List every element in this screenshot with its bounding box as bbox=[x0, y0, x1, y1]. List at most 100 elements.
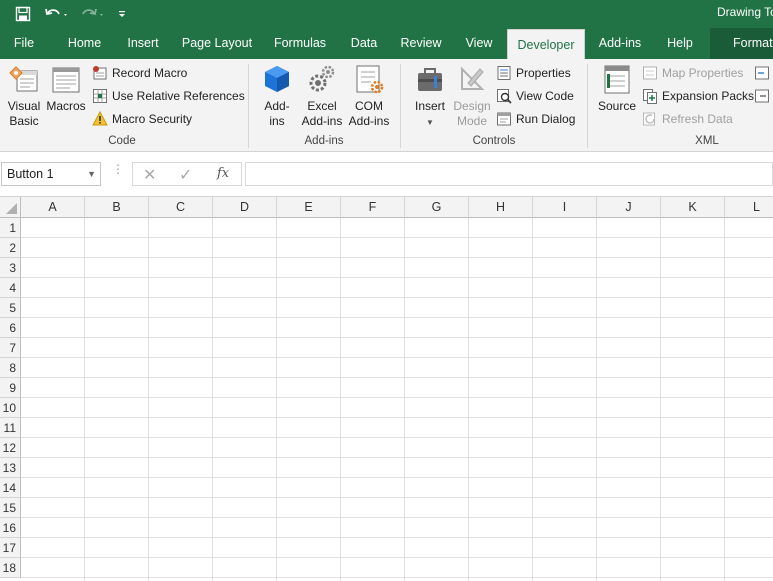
warning-icon bbox=[92, 110, 108, 127]
run-dialog-button[interactable]: Run Dialog bbox=[496, 109, 575, 129]
map-properties-icon bbox=[642, 65, 658, 81]
refresh-data-label: Refresh Data bbox=[662, 112, 733, 126]
row-header[interactable]: 1 bbox=[0, 218, 21, 238]
undo-icon[interactable] bbox=[42, 3, 72, 25]
record-macro-icon bbox=[92, 65, 108, 81]
column-header[interactable]: H bbox=[469, 197, 533, 218]
gear-icon bbox=[306, 63, 338, 95]
tab-help[interactable]: Help bbox=[662, 28, 698, 59]
design-mode-label-2: Mode bbox=[456, 114, 487, 128]
tab-formulas[interactable]: Formulas bbox=[270, 28, 330, 59]
xml-import-button[interactable] bbox=[754, 63, 773, 83]
refresh-data-button: Refresh Data bbox=[642, 109, 733, 129]
column-header[interactable]: C bbox=[149, 197, 213, 218]
controls-group-label: Controls bbox=[472, 135, 516, 147]
select-all-button[interactable] bbox=[0, 197, 21, 218]
excel-add-ins-button[interactable]: Excel Add-ins bbox=[300, 63, 344, 129]
cancel-icon[interactable]: ✕ bbox=[143, 165, 156, 185]
column-header[interactable]: G bbox=[405, 197, 469, 218]
row-header[interactable]: 15 bbox=[0, 498, 21, 518]
record-macro-button[interactable]: Record Macro bbox=[92, 63, 187, 83]
macros-icon bbox=[50, 63, 82, 95]
row-header[interactable]: 18 bbox=[0, 558, 21, 578]
column-header[interactable]: E bbox=[277, 197, 341, 218]
row-header[interactable]: 3 bbox=[0, 258, 21, 278]
add-ins-button[interactable]: Add-ins bbox=[258, 63, 296, 129]
row-header[interactable]: 16 bbox=[0, 518, 21, 538]
tab-format[interactable]: Format bbox=[710, 28, 773, 59]
drag-handle-icon[interactable]: ⋮ bbox=[112, 163, 124, 175]
chevron-down-icon[interactable]: ▼ bbox=[87, 163, 96, 185]
ribbon: Visual Basic Macros Record Macro Use Rela… bbox=[0, 59, 773, 152]
tab-insert[interactable]: Insert bbox=[122, 28, 164, 59]
macros-button[interactable]: Macros bbox=[46, 63, 86, 114]
tab-data[interactable]: Data bbox=[346, 28, 382, 59]
name-box[interactable]: Button 1 ▼ bbox=[1, 162, 101, 186]
column-header[interactable]: K bbox=[661, 197, 725, 218]
tab-file[interactable]: File bbox=[6, 28, 42, 59]
visual-basic-button[interactable]: Visual Basic bbox=[4, 63, 44, 129]
row-header[interactable]: 5 bbox=[0, 298, 21, 318]
run-dialog-icon bbox=[496, 111, 512, 127]
row-header[interactable]: 12 bbox=[0, 438, 21, 458]
row-header[interactable]: 2 bbox=[0, 238, 21, 258]
tab-home[interactable]: Home bbox=[62, 28, 107, 59]
map-properties-button: Map Properties bbox=[642, 63, 743, 83]
row-header[interactable]: 8 bbox=[0, 358, 21, 378]
group-divider bbox=[248, 64, 249, 148]
column-header[interactable]: L bbox=[725, 197, 773, 218]
macro-security-button[interactable]: Macro Security bbox=[92, 109, 192, 129]
insert-control-button[interactable]: Insert ▼ bbox=[410, 63, 450, 130]
visual-basic-icon bbox=[8, 63, 40, 95]
column-header[interactable]: J bbox=[597, 197, 661, 218]
group-divider bbox=[587, 64, 588, 148]
row-header[interactable]: 10 bbox=[0, 398, 21, 418]
column-header[interactable]: B bbox=[85, 197, 149, 218]
insert-function-icon[interactable]: fx bbox=[217, 166, 229, 181]
row-header[interactable]: 9 bbox=[0, 378, 21, 398]
tab-developer[interactable]: Developer bbox=[507, 29, 585, 59]
customize-qat-icon[interactable] bbox=[114, 3, 130, 25]
confirm-icon[interactable]: ✓ bbox=[179, 165, 192, 185]
row-header[interactable]: 4 bbox=[0, 278, 21, 298]
column-header[interactable]: D bbox=[213, 197, 277, 218]
com-add-ins-label-2: Add-ins bbox=[348, 114, 390, 128]
expansion-packs-label: Expansion Packs bbox=[662, 89, 755, 103]
view-code-button[interactable]: View Code bbox=[496, 86, 574, 106]
row-header[interactable]: 7 bbox=[0, 338, 21, 358]
xml-group-label: XML bbox=[695, 135, 719, 147]
use-relative-references-button[interactable]: Use Relative References bbox=[92, 86, 245, 106]
record-macro-label: Record Macro bbox=[112, 66, 188, 80]
add-ins-group-label: Add-ins bbox=[304, 135, 344, 147]
macros-label: Macros bbox=[46, 99, 86, 113]
column-header[interactable]: I bbox=[533, 197, 597, 218]
tab-view[interactable]: View bbox=[461, 28, 497, 59]
tab-page-layout[interactable]: Page Layout bbox=[179, 28, 255, 59]
xml-source-button[interactable]: Source bbox=[596, 63, 638, 114]
toolbox-icon bbox=[414, 63, 446, 95]
row-header[interactable]: 6 bbox=[0, 318, 21, 338]
visual-basic-label-2: Basic bbox=[9, 114, 39, 128]
properties-button[interactable]: Properties bbox=[496, 63, 571, 83]
add-ins-label-1: Add- bbox=[264, 99, 290, 113]
column-header[interactable]: F bbox=[341, 197, 405, 218]
document-title: Drawing To bbox=[717, 5, 773, 19]
expansion-packs-button[interactable]: Expansion Packs bbox=[642, 86, 754, 106]
row-header[interactable]: 11 bbox=[0, 418, 21, 438]
column-header[interactable]: A bbox=[21, 197, 85, 218]
excel-add-ins-label-2: Add-ins bbox=[301, 114, 343, 128]
row-header[interactable]: 13 bbox=[0, 458, 21, 478]
relative-references-icon bbox=[92, 88, 108, 104]
xml-export-button[interactable] bbox=[754, 86, 773, 106]
formula-input[interactable] bbox=[245, 162, 773, 186]
row-header[interactable]: 17 bbox=[0, 538, 21, 558]
run-dialog-label: Run Dialog bbox=[516, 112, 576, 126]
worksheet-grid[interactable]: ABCDEFGHIJKL 1 2 3 4 5 6 7 8 9 10 11 12 13 14 15 16 17 18 bbox=[0, 197, 773, 581]
tab-review[interactable]: Review bbox=[397, 28, 445, 59]
row-header[interactable]: 14 bbox=[0, 478, 21, 498]
tab-add-ins[interactable]: Add-ins bbox=[594, 28, 646, 59]
com-add-ins-button[interactable]: COM Add-ins bbox=[347, 63, 391, 129]
save-icon[interactable] bbox=[12, 3, 34, 25]
excel-add-ins-label-1: Excel bbox=[307, 99, 337, 113]
cell-gridlines bbox=[21, 218, 773, 581]
